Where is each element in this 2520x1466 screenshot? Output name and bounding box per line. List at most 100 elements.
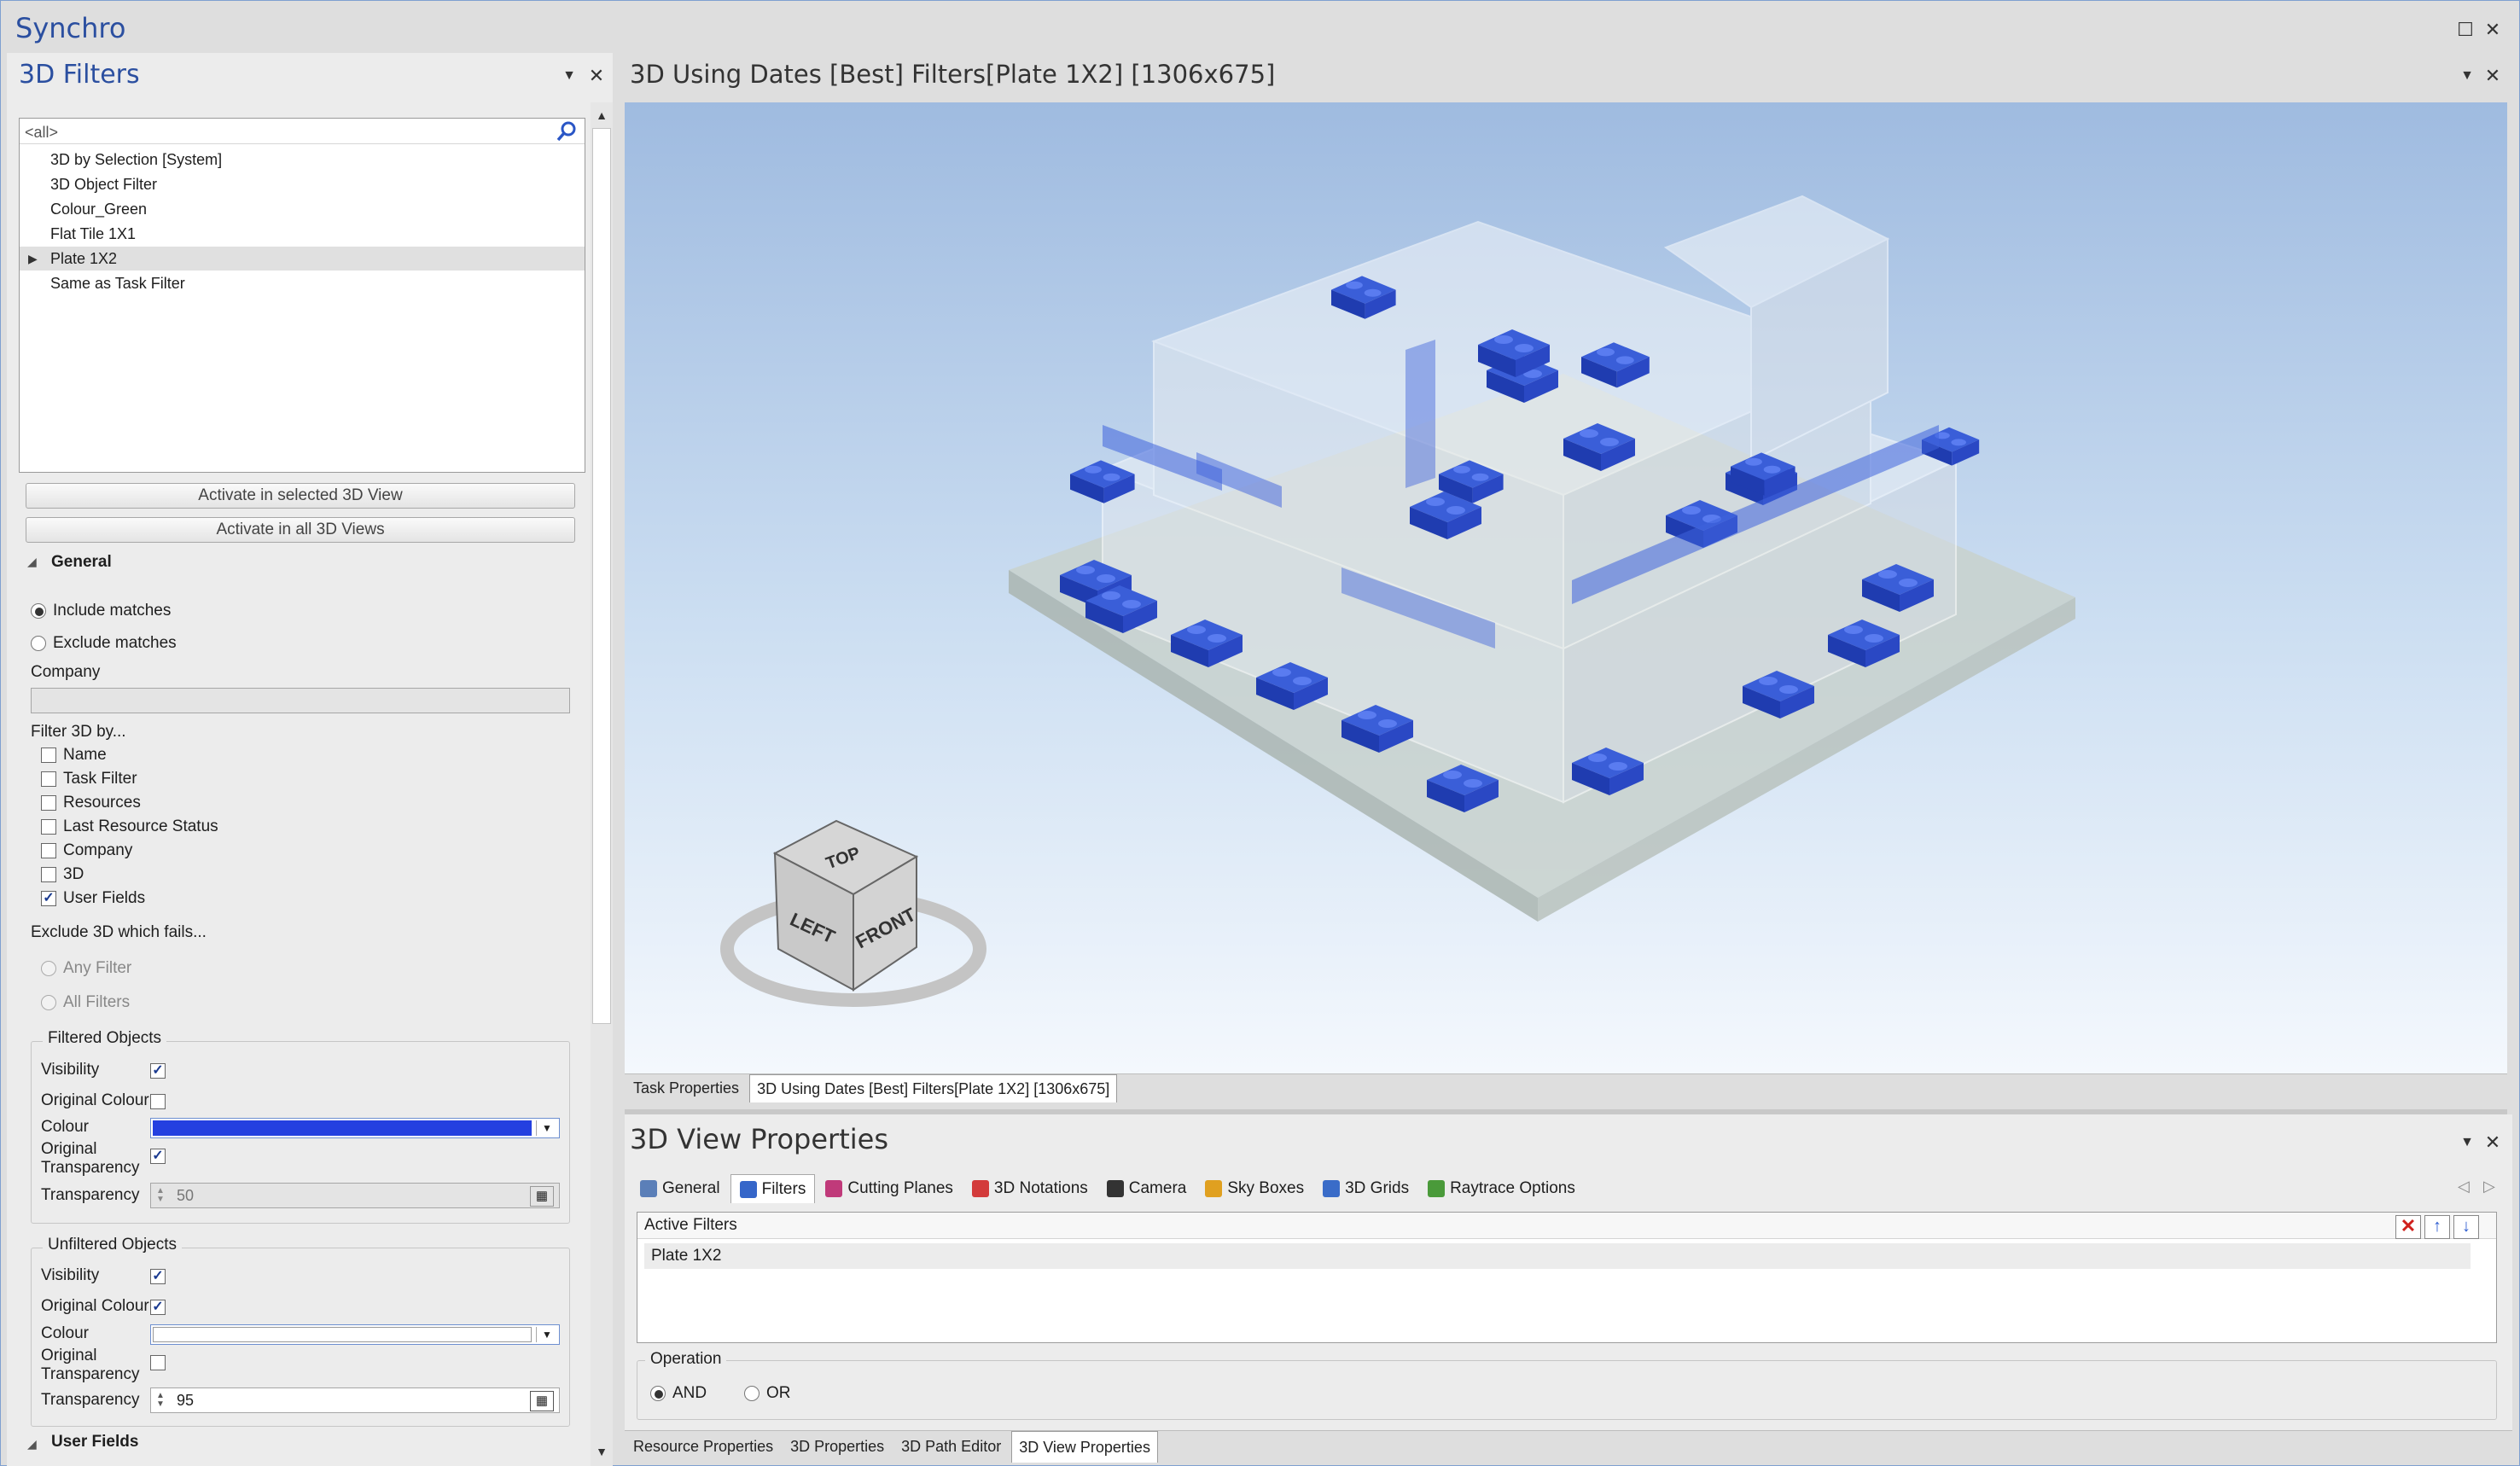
tab-general[interactable]: General <box>631 1174 729 1203</box>
collapse-user-fields-icon[interactable]: ◢ <box>27 1437 37 1451</box>
spin-icon[interactable]: ▲ ▼ <box>153 1187 168 1204</box>
move-up-icon[interactable]: ↑ <box>2424 1215 2450 1239</box>
unfiltered-original-colour-checkbox[interactable]: ✓ <box>150 1300 166 1315</box>
exclude-matches-radio[interactable] <box>31 636 46 651</box>
props-close-icon[interactable]: ✕ <box>2480 1130 2505 1155</box>
filter-by-checkbox[interactable] <box>41 771 56 787</box>
move-down-icon[interactable]: ↓ <box>2453 1215 2479 1239</box>
operation-group <box>637 1360 2497 1420</box>
unfiltered-transparency-field[interactable]: ▲ ▼ 95 ▦ <box>150 1387 560 1413</box>
spin-icon[interactable]: ▲ ▼ <box>153 1392 168 1409</box>
filtered-transparency-field[interactable]: ▲ ▼ 50 ▦ <box>150 1183 560 1208</box>
filter-by-checkbox[interactable] <box>41 867 56 882</box>
active-filter-row[interactable]: Plate 1X2 <box>644 1243 2471 1269</box>
filter-by-label-item: Name <box>63 746 107 764</box>
general-heading: General <box>51 553 112 571</box>
any-filter-radio[interactable] <box>41 961 56 976</box>
calculator-icon[interactable]: ▦ <box>530 1186 554 1207</box>
filter-by-label-item: Task Filter <box>63 770 137 788</box>
activate-all-button[interactable]: Activate in all 3D Views <box>26 517 575 543</box>
filtered-colour-swatch <box>153 1120 532 1136</box>
activate-selected-button[interactable]: Activate in selected 3D View <box>26 483 575 509</box>
filter-list-item[interactable]: Colour_Green <box>20 197 585 221</box>
filtered-original-colour-checkbox[interactable] <box>150 1094 166 1109</box>
filtered-transparency-label: Transparency <box>41 1186 140 1204</box>
props-dropdown-icon[interactable]: ▼ <box>2454 1130 2480 1155</box>
filtered-original-colour-label: Original Colour <box>41 1091 149 1109</box>
unfiltered-colour-picker[interactable]: ▼ <box>150 1324 560 1345</box>
filter-list-item[interactable]: Flat Tile 1X1 <box>20 222 585 246</box>
doc-tabstrip: Task Properties 3D Using Dates [Best] Fil… <box>625 1073 2507 1106</box>
cutting-planes-icon <box>825 1180 843 1197</box>
unfiltered-colour-swatch <box>153 1327 532 1342</box>
op-or-radio[interactable] <box>744 1386 759 1401</box>
filtered-colour-picker[interactable]: ▼ <box>150 1118 560 1138</box>
doc-tab[interactable]: 3D Using Dates [Best] Filters[Plate 1X2]… <box>749 1074 1118 1102</box>
exclude-matches-label: Exclude matches <box>53 634 177 652</box>
panel-dropdown-icon[interactable]: ▼ <box>556 63 582 89</box>
search-input[interactable] <box>23 120 538 144</box>
tab-cutting-planes[interactable]: Cutting Planes <box>817 1174 962 1203</box>
colour-dropdown-icon[interactable]: ▼ <box>536 1120 557 1136</box>
unfiltered-visibility-checkbox[interactable]: ✓ <box>150 1269 166 1284</box>
view-dropdown-icon[interactable]: ▼ <box>2454 63 2480 89</box>
scene-svg: TOP LEFT FRONT <box>625 102 2507 1073</box>
bottom-tab[interactable]: 3D View Properties <box>1011 1431 1158 1463</box>
tab-3d-notations[interactable]: 3D Notations <box>963 1174 1097 1203</box>
filtered-visibility-label: Visibility <box>41 1061 100 1079</box>
colour-dropdown-icon[interactable]: ▼ <box>536 1327 557 1342</box>
op-and-radio[interactable] <box>650 1386 666 1401</box>
tab-scroll-right-icon[interactable]: ▷ <box>2483 1178 2495 1195</box>
filter-list-item[interactable]: Same as Task Filter <box>20 271 585 295</box>
filter-list-item[interactable]: 3D Object Filter <box>20 172 585 196</box>
search-icon[interactable] <box>556 120 578 143</box>
scroll-down-arrow[interactable]: ▼ <box>592 1442 611 1461</box>
orig-trans-line2: Transparency <box>41 1159 140 1177</box>
filters-panel-title: 3D Filters <box>19 60 140 90</box>
filtered-original-transparency-checkbox[interactable]: ✓ <box>150 1149 166 1164</box>
filter-by-checkbox[interactable] <box>41 795 56 811</box>
orig-trans-line2: Transparency <box>41 1365 140 1383</box>
company-field[interactable] <box>31 688 570 713</box>
bottom-tab[interactable]: 3D Path Editor <box>894 1431 1008 1463</box>
filter-list-item[interactable]: 3D by Selection [System] <box>20 148 585 172</box>
collapse-general-icon[interactable]: ◢ <box>27 555 37 569</box>
tab-3d-grids[interactable]: 3D Grids <box>1314 1174 1417 1203</box>
scroll-up-arrow[interactable]: ▲ <box>592 106 611 125</box>
tab-filters[interactable]: Filters <box>730 1174 816 1203</box>
tab-label: 3D Notations <box>993 1179 1088 1197</box>
filter-by-checkbox[interactable] <box>41 748 56 763</box>
filter-list-item[interactable]: Plate 1X2 <box>20 247 585 271</box>
all-filters-radio[interactable] <box>41 995 56 1010</box>
filter-by-label-item: Last Resource Status <box>63 817 218 835</box>
filter-by-label-item: User Fields <box>63 889 146 907</box>
tab-raytrace-options[interactable]: Raytrace Options <box>1419 1174 1584 1203</box>
scroll-thumb[interactable] <box>592 128 611 1024</box>
bottom-tabstrip: Resource Properties 3D Properties 3D Path … <box>625 1430 2512 1464</box>
viewport-3d[interactable]: TOP LEFT FRONT <box>625 102 2507 1073</box>
app-title: Synchro <box>15 12 126 44</box>
calculator-icon[interactable]: ▦ <box>530 1391 554 1411</box>
user-fields-heading: User Fields <box>51 1433 139 1451</box>
filtered-visibility-checkbox[interactable]: ✓ <box>150 1063 166 1079</box>
view-close-icon[interactable]: ✕ <box>2480 63 2505 89</box>
include-matches-radio[interactable] <box>31 603 46 619</box>
maximize-icon[interactable]: ☐ <box>2453 17 2478 43</box>
tab-scroll-left-icon[interactable]: ◁ <box>2458 1178 2470 1195</box>
panel-close-icon[interactable]: ✕ <box>584 63 609 89</box>
tab-camera[interactable]: Camera <box>1098 1174 1196 1203</box>
bottom-tab[interactable]: Resource Properties <box>626 1431 780 1463</box>
remove-filter-icon[interactable]: ✕ <box>2395 1215 2421 1239</box>
properties-tabstrip: General Filters Cutting Planes 3D Notations… <box>631 1174 1586 1203</box>
doc-tab[interactable]: Task Properties <box>626 1074 746 1102</box>
close-app-icon[interactable]: ✕ <box>2480 17 2505 43</box>
filter-by-checkbox[interactable]: ✓ <box>41 891 56 906</box>
unfiltered-original-transparency-checkbox[interactable] <box>150 1355 166 1370</box>
sky-box-icon <box>1205 1180 1223 1197</box>
include-matches-label: Include matches <box>53 602 172 620</box>
bottom-tab[interactable]: 3D Properties <box>783 1431 891 1463</box>
tab-sky-boxes[interactable]: Sky Boxes <box>1196 1174 1312 1203</box>
filter-by-checkbox[interactable] <box>41 843 56 858</box>
filter-by-checkbox[interactable] <box>41 819 56 835</box>
expand-arrow-icon[interactable]: ▶ <box>28 247 38 271</box>
